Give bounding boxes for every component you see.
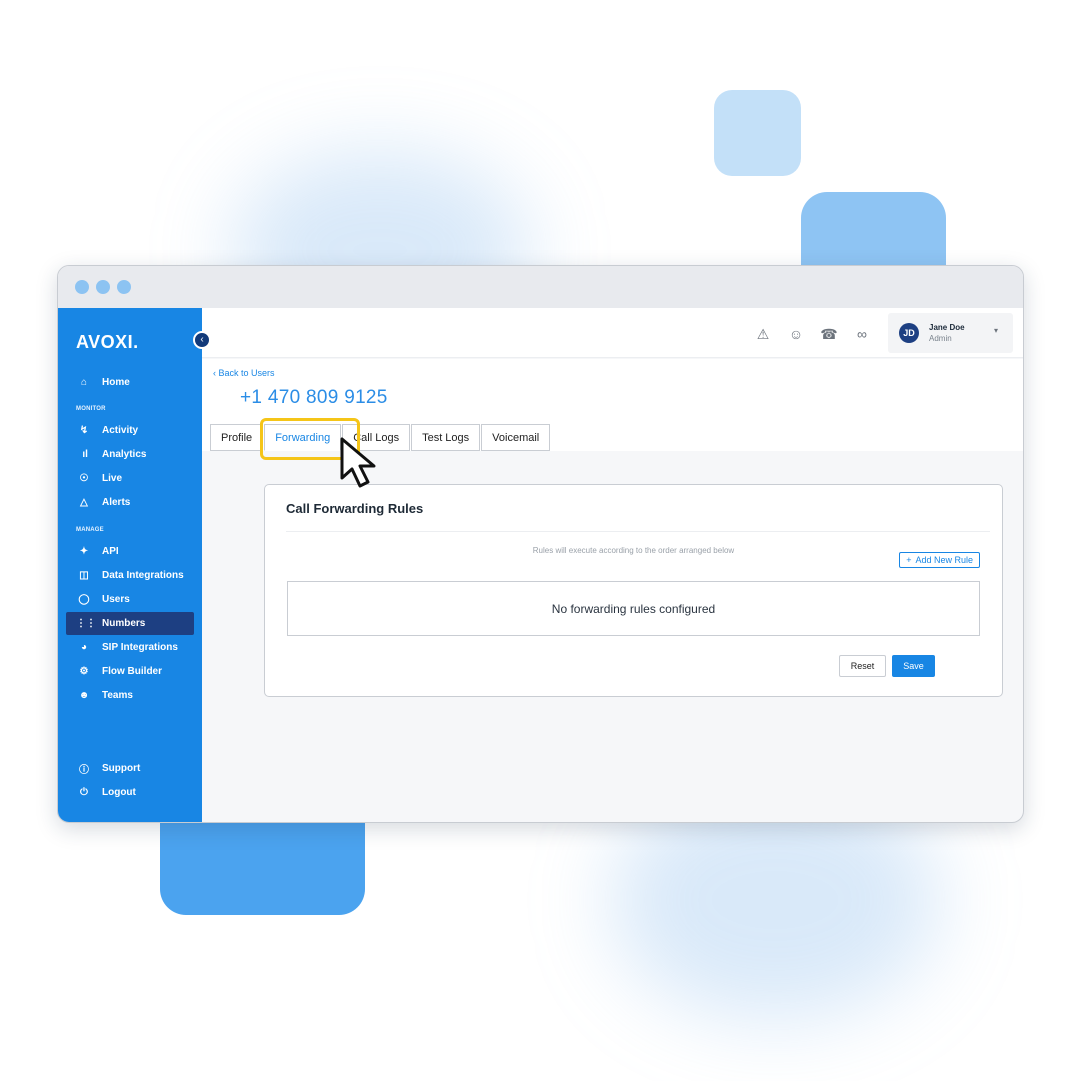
- main-content: ⚠ ☺ ☎ ∞ JD Jane Doe Admin ▾ ‹ Back to Us…: [202, 308, 1023, 822]
- sidebar-item-label: Users: [102, 594, 130, 605]
- sidebar-item-label: Alerts: [102, 497, 131, 508]
- sidebar-item-label: Activity: [102, 425, 139, 436]
- sidebar-item-numbers[interactable]: ⋮⋮ Numbers: [66, 612, 194, 635]
- sidebar-item-teams[interactable]: ☻ Teams: [66, 684, 194, 707]
- mouse-cursor-icon: [340, 437, 376, 488]
- bar-chart-icon: ıl: [80, 449, 88, 460]
- sidebar-item-label: Analytics: [102, 449, 147, 460]
- avoxi-logo[interactable]: AVOXI.: [76, 332, 139, 353]
- user-role: Admin: [929, 334, 952, 343]
- user-menu[interactable]: JD Jane Doe Admin ▾: [888, 313, 1013, 353]
- decorative-square: [714, 90, 801, 176]
- card-title: Call Forwarding Rules: [286, 501, 424, 516]
- tab-profile[interactable]: Profile: [210, 424, 264, 451]
- sidebar-item-label: Live: [102, 473, 123, 484]
- user-name: Jane Doe: [929, 323, 965, 332]
- sidebar-item-label: Support: [102, 763, 141, 774]
- sidebar-item-data-integrations[interactable]: ◫ Data Integrations: [66, 564, 194, 587]
- warning-icon[interactable]: ⚠: [754, 325, 772, 343]
- back-to-users-link[interactable]: ‹ Back to Users: [213, 368, 275, 378]
- sidebar-item-label: Home: [102, 377, 130, 388]
- sip-icon: ◕: [80, 642, 88, 653]
- database-icon: ◫: [79, 570, 89, 581]
- sidebar-item-activity[interactable]: ↯ Activity: [66, 419, 194, 442]
- section-label-manage: MANAGE: [76, 527, 104, 533]
- help-icon: ⓘ: [79, 765, 89, 776]
- back-link-label: Back to Users: [218, 368, 275, 378]
- sidebar-item-label: Teams: [102, 690, 133, 701]
- window-titlebar: [58, 266, 1023, 308]
- bolt-icon: ↯: [79, 425, 89, 436]
- marketing-stage: AVOXI. ‹ ⌂ Home MONITOR ↯ Activity ıl An…: [0, 0, 1081, 1081]
- sidebar-item-label: Logout: [102, 787, 136, 798]
- top-header: ⚠ ☺ ☎ ∞ JD Jane Doe Admin ▾: [202, 308, 1023, 358]
- save-button[interactable]: Save: [892, 655, 935, 677]
- page-title: +1 470 809 9125: [240, 387, 388, 408]
- empty-rules-box: No forwarding rules configured: [287, 581, 980, 636]
- call-forwarding-card: Call Forwarding Rules Rules will execute…: [264, 484, 1003, 697]
- tab-voicemail[interactable]: Voicemail: [481, 424, 551, 451]
- user-icon: ◯: [78, 594, 90, 605]
- alert-icon: △: [80, 497, 88, 508]
- tab-test-logs[interactable]: Test Logs: [411, 424, 481, 451]
- add-new-rule-button[interactable]: + Add New Rule: [899, 552, 980, 568]
- window-maximize-dot[interactable]: [117, 280, 131, 294]
- sidebar-item-flow-builder[interactable]: ⚙ Flow Builder: [66, 660, 194, 683]
- sidebar-item-sip-integrations[interactable]: ◕ SIP Integrations: [66, 636, 194, 659]
- home-icon: ⌂: [80, 377, 88, 388]
- sidebar-item-label: Numbers: [102, 618, 146, 629]
- section-label-monitor: MONITOR: [76, 406, 106, 412]
- live-icon: ☉: [79, 473, 89, 484]
- chevron-left-icon: ‹: [213, 368, 216, 378]
- window-close-dot[interactable]: [75, 280, 89, 294]
- chevron-down-icon: ▾: [993, 326, 998, 335]
- sidebar-item-live[interactable]: ☉ Live: [66, 467, 194, 490]
- sidebar-item-api[interactable]: ✦ API: [66, 540, 194, 563]
- dialpad-icon: ⋮⋮: [76, 618, 96, 629]
- reset-button[interactable]: Reset: [839, 655, 886, 677]
- sidebar-item-users[interactable]: ◯ Users: [66, 588, 194, 611]
- sidebar-item-home[interactable]: ⌂ Home: [66, 371, 194, 394]
- rules-hint: Rules will execute according to the orde…: [532, 546, 735, 555]
- sidebar: AVOXI. ‹ ⌂ Home MONITOR ↯ Activity ıl An…: [58, 308, 211, 822]
- sidebar-item-support[interactable]: ⓘ Support: [66, 757, 194, 780]
- add-rule-label: Add New Rule: [915, 555, 973, 565]
- sidebar-item-label: SIP Integrations: [102, 642, 178, 653]
- avatar: JD: [899, 323, 919, 343]
- phone-icon[interactable]: ☎: [820, 325, 838, 343]
- voicemail-icon[interactable]: ∞: [853, 325, 871, 343]
- sidebar-item-label: Flow Builder: [102, 666, 162, 677]
- flow-icon: ⚙: [79, 666, 89, 677]
- sidebar-item-alerts[interactable]: △ Alerts: [66, 491, 194, 514]
- sidebar-item-logout[interactable]: ⏻ Logout: [66, 781, 194, 804]
- plus-icon: +: [906, 555, 912, 565]
- app-window: AVOXI. ‹ ⌂ Home MONITOR ↯ Activity ıl An…: [57, 265, 1024, 823]
- power-icon: ⏻: [80, 787, 88, 798]
- sidebar-item-analytics[interactable]: ıl Analytics: [66, 443, 194, 466]
- divider: [286, 531, 990, 532]
- user-circle-icon[interactable]: ☺: [787, 325, 805, 343]
- sidebar-item-label: Data Integrations: [102, 570, 184, 581]
- chevron-left-icon[interactable]: ‹: [193, 331, 211, 349]
- sidebar-item-label: API: [102, 546, 119, 557]
- window-minimize-dot[interactable]: [96, 280, 110, 294]
- plug-icon: ✦: [79, 546, 89, 557]
- teams-icon: ☻: [78, 690, 90, 701]
- empty-message: No forwarding rules configured: [551, 601, 716, 616]
- page-header: ‹ Back to Users +1 470 809 9125 Profile …: [202, 359, 1023, 488]
